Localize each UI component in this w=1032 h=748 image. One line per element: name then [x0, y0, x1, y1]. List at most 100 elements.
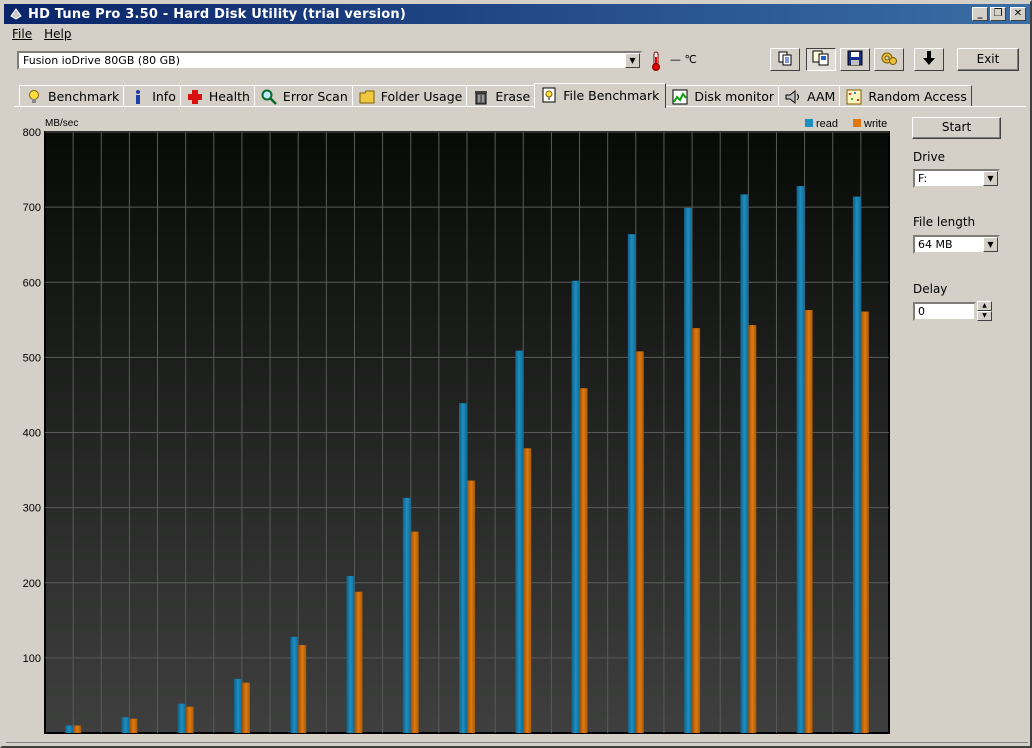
spin-down-button[interactable]: ▼ — [977, 311, 992, 321]
tab-label: Error Scan — [282, 89, 348, 104]
folder-icon — [359, 89, 375, 105]
y-tick-label: 600 — [23, 277, 41, 289]
y-tick-label: 200 — [23, 578, 41, 590]
menu-file-label: File — [12, 27, 33, 41]
tab-panel-border — [14, 106, 1026, 107]
chevron-down-icon[interactable]: ▼ — [983, 237, 998, 252]
app-window: HD Tune Pro 3.50 - Hard Disk Utility (tr… — [0, 0, 1032, 748]
read-bar — [684, 207, 693, 734]
download-arrow-icon — [921, 50, 937, 69]
download-button[interactable] — [914, 48, 944, 71]
write-bar — [185, 706, 194, 733]
random-access-icon — [846, 89, 862, 105]
read-bar — [796, 186, 805, 734]
tab-info[interactable]: Info — [123, 85, 181, 107]
menu-bar: File Help — [6, 25, 77, 43]
y-ticks: 100 200 300 400 500 600 700 800 — [23, 127, 41, 665]
write-bar — [635, 351, 644, 733]
tab-bar: Benchmark Info Health Error Scan Folder Usag… — [19, 83, 972, 108]
tab-error-scan[interactable]: Error Scan — [253, 85, 353, 107]
y-tick-label: 700 — [23, 202, 41, 214]
file-length-label: File length — [913, 215, 976, 229]
menu-help-label: Help — [44, 27, 72, 41]
delay-input[interactable]: 0 — [913, 302, 976, 321]
read-bar — [852, 196, 861, 734]
drive-select-value: Fusion ioDrive 80GB (80 GB) — [23, 54, 181, 67]
read-bar — [627, 234, 636, 734]
drive-select[interactable]: Fusion ioDrive 80GB (80 GB) ▼ — [17, 51, 642, 70]
read-bar — [290, 636, 299, 733]
read-bar — [121, 717, 130, 733]
delay-label: Delay — [913, 282, 948, 296]
tab-file-benchmark[interactable]: File Benchmark — [534, 83, 667, 108]
spin-up-button[interactable]: ▲ — [977, 301, 992, 311]
copy-text-button[interactable] — [770, 48, 800, 71]
tab-label: File Benchmark — [563, 87, 660, 103]
start-button[interactable]: Start — [912, 117, 1001, 139]
copy-text-icon — [777, 50, 793, 69]
save-icon — [847, 50, 863, 69]
info-icon — [130, 89, 146, 105]
temperature-readout: — ℃ — [670, 53, 697, 66]
write-bar — [860, 311, 869, 733]
read-bar — [515, 350, 524, 733]
tab-random-access[interactable]: Random Access — [839, 85, 972, 107]
y-tick-label: 400 — [23, 428, 41, 440]
tab-folder-usage[interactable]: Folder Usage — [351, 85, 468, 107]
tab-health[interactable]: Health — [179, 85, 255, 107]
write-bar — [354, 591, 363, 733]
window-title: HD Tune Pro 3.50 - Hard Disk Utility (tr… — [28, 6, 407, 22]
tab-label: Health — [208, 89, 250, 104]
read-bar — [402, 497, 411, 733]
benchmark-bulb-icon — [26, 89, 42, 105]
title-bar[interactable]: HD Tune Pro 3.50 - Hard Disk Utility (tr… — [4, 4, 1030, 24]
chevron-down-icon[interactable]: ▼ — [983, 171, 998, 186]
menu-file[interactable]: File — [6, 27, 38, 41]
magnifier-icon — [261, 89, 277, 105]
minimize-button[interactable]: _ — [972, 7, 988, 21]
read-legend-label: read — [816, 118, 838, 130]
exit-button[interactable]: Exit — [957, 48, 1019, 71]
read-legend-swatch — [805, 119, 813, 127]
speaker-icon — [785, 89, 801, 105]
write-legend-swatch — [853, 119, 861, 127]
restore-button[interactable]: ❐ — [990, 7, 1006, 21]
read-bar — [459, 403, 467, 733]
tab-label: Disk monitor — [694, 89, 775, 104]
menu-help[interactable]: Help — [38, 27, 77, 41]
save-button[interactable] — [840, 48, 870, 71]
copy-screenshot-icon — [812, 50, 830, 69]
thermometer-icon — [651, 51, 661, 71]
drive-letter-select[interactable]: F: ▼ — [913, 169, 1000, 188]
drive-letter-value: F: — [918, 172, 928, 185]
read-bar — [346, 575, 355, 733]
tab-aam[interactable]: AAM — [778, 85, 841, 107]
drive-label: Drive — [913, 150, 945, 164]
tab-disk-monitor[interactable]: Disk monitor — [665, 85, 780, 107]
y-tick-label: 800 — [23, 127, 41, 139]
read-bar — [65, 725, 74, 733]
file-length-select[interactable]: 64 MB ▼ — [913, 235, 1000, 254]
file-length-value: 64 MB — [918, 238, 953, 251]
health-cross-icon — [187, 89, 203, 105]
y-axis-label: MB/sec — [45, 118, 78, 129]
options-button[interactable] — [874, 48, 904, 71]
tab-label: Benchmark — [48, 89, 120, 104]
chevron-down-icon[interactable]: ▼ — [625, 53, 640, 68]
legend: read write — [805, 118, 887, 130]
copy-screenshot-button[interactable] — [806, 48, 836, 71]
app-icon — [8, 6, 24, 22]
tab-benchmark[interactable]: Benchmark — [19, 85, 125, 107]
tab-label: AAM — [807, 89, 836, 104]
tab-label: Erase — [495, 89, 531, 104]
read-bar — [571, 280, 580, 733]
write-bar — [467, 480, 475, 733]
write-bar — [748, 325, 757, 733]
trash-icon — [473, 89, 489, 105]
write-bar — [523, 448, 532, 733]
write-bar — [579, 388, 588, 733]
tab-erase[interactable]: Erase — [466, 85, 536, 107]
write-bar — [298, 645, 307, 733]
write-bar — [410, 531, 419, 733]
close-button[interactable]: ✕ — [1010, 7, 1026, 21]
